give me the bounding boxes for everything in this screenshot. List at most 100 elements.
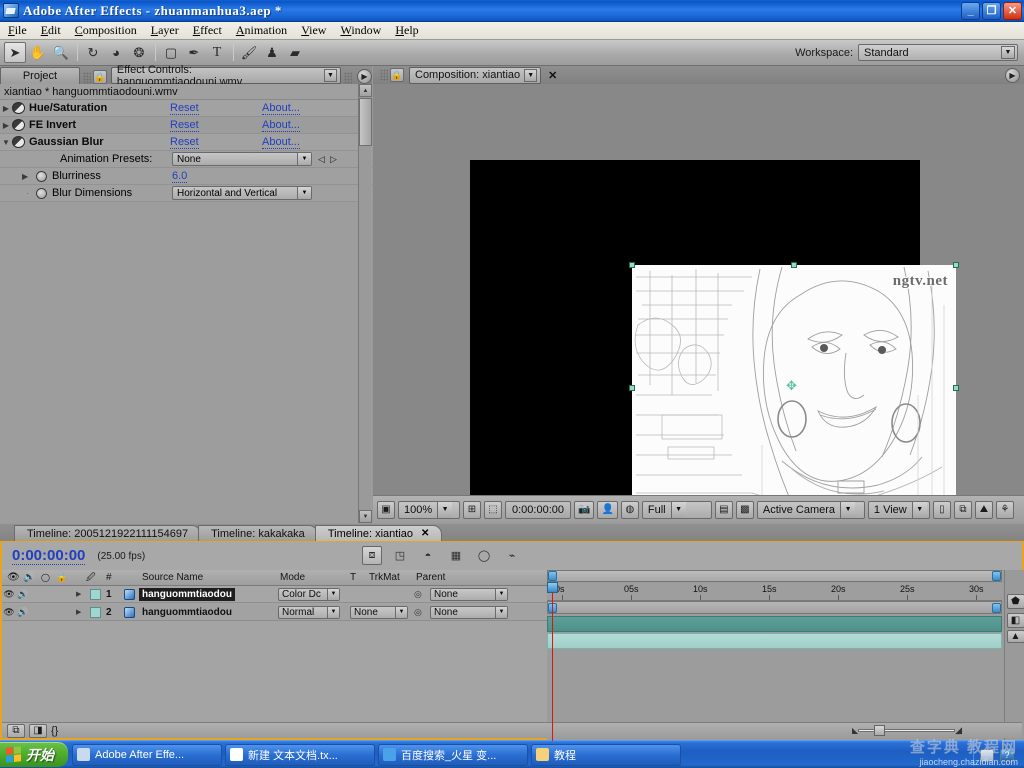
effect-about-link[interactable]: About... (262, 119, 300, 132)
effect-toggle-icon[interactable] (12, 119, 25, 131)
help-tray-icon[interactable]: ? (1000, 748, 1014, 762)
layer-parent-select[interactable]: None ▼ (430, 587, 508, 601)
taskbar-item[interactable]: 新建 文本文档.tx... (225, 743, 375, 766)
channel-rgb-icon[interactable]: ◍ (620, 500, 639, 519)
chevron-down-icon[interactable]: ▼ (324, 69, 338, 82)
close-button[interactable]: ✕ (1003, 2, 1022, 20)
layer-parent-select[interactable]: None ▼ (430, 605, 508, 619)
property-value[interactable]: 6.0 (172, 170, 188, 183)
effect-reset-link[interactable]: Reset (170, 102, 199, 115)
toggle-mask-icon[interactable]: ▩ (735, 500, 754, 519)
table-row[interactable]: 👁 🔊 ▶ 1 hanguommtiaodou Color Dc ▼ ◎ None ▼ (2, 586, 547, 603)
layer-audio-icon[interactable]: 🔊 (16, 589, 30, 600)
comp-mini-flowchart-icon[interactable]: ⧈ (362, 546, 382, 565)
scroll-down-button[interactable]: ▼ (359, 510, 372, 523)
table-row[interactable]: 👁 🔊 ▶ 2 hanguommtiaodou Normal ▼ None ▼ ◎ None ▼ (2, 604, 547, 621)
close-icon[interactable]: ✕ (421, 528, 429, 539)
effect-row[interactable]: ▶ Hue/Saturation Reset About... (0, 100, 372, 117)
menu-item-window[interactable]: Window (340, 23, 381, 38)
chevron-down-icon[interactable]: ▼ (524, 68, 538, 82)
property-row[interactable]: ▶ Blurriness 6.0 (0, 168, 372, 185)
start-button[interactable]: 开始 (0, 742, 68, 767)
layer-switch-icon[interactable]: ◧ (1006, 613, 1024, 628)
shape-tool[interactable]: ▢ (160, 42, 182, 63)
tab-project[interactable]: Project (0, 67, 80, 84)
preset-prev-icon[interactable]: ◁ (318, 154, 325, 165)
region-icon[interactable]: ▤ (714, 500, 733, 519)
pen-tool[interactable]: ✒ (183, 42, 205, 63)
restore-button[interactable]: ❐ (982, 2, 1001, 20)
resolution-select[interactable]: Full ▼ (641, 500, 712, 519)
chevron-right-icon[interactable]: ▶ (0, 104, 12, 113)
panel-menu-icon[interactable]: ▶ (357, 69, 372, 84)
layer-visibility-icon[interactable]: 👁 (2, 607, 16, 618)
zoom-in-icon[interactable]: ◢ (955, 725, 962, 736)
zoom-track[interactable] (858, 729, 956, 732)
toggle-switches-icon[interactable]: ⧉ (7, 723, 25, 738)
workspace-select[interactable]: Standard ▼ (858, 44, 1018, 61)
parent-pickwhip-icon[interactable]: ◎ (414, 589, 422, 600)
cti-handle[interactable] (547, 582, 558, 593)
layer-visibility-icon[interactable]: 👁 (2, 589, 16, 600)
frame-blend-icon[interactable]: ▦ (446, 546, 466, 565)
magnification-select[interactable]: 100% ▼ (398, 500, 460, 519)
menu-item-edit[interactable]: Edit (41, 23, 61, 38)
clone-stamp-tool[interactable]: ♟ (261, 42, 283, 63)
composition-canvas[interactable]: ngtv.net ✥ (470, 160, 959, 515)
selection-handle[interactable] (791, 262, 797, 268)
layer-label-color[interactable] (90, 588, 101, 600)
tab-composition[interactable]: Composition: xiantiao ▼ (409, 66, 542, 84)
layer-source-name[interactable]: hanguommtiaodou (139, 587, 235, 601)
selection-handle[interactable] (629, 262, 635, 268)
pixel-aspect-icon[interactable]: ▯ (932, 500, 951, 519)
layer-bar-2[interactable] (547, 633, 1002, 649)
preset-next-icon[interactable]: ▷ (330, 154, 337, 165)
chevron-down-icon[interactable]: ▼ (0, 138, 12, 147)
effect-controls-scrollbar[interactable]: ▲ ▼ (358, 84, 372, 523)
text-tool[interactable]: T (206, 42, 228, 63)
scroll-up-button[interactable]: ▲ (359, 84, 372, 97)
pan-behind-tool[interactable]: ❂ (128, 42, 150, 63)
effect-reset-link[interactable]: Reset (170, 119, 199, 132)
chevron-right-icon[interactable]: ▶ (76, 590, 81, 598)
effect-row[interactable]: ▶ FE Invert Reset About... (0, 117, 372, 134)
selection-tool[interactable]: ➤ (4, 42, 26, 63)
taskbar-item[interactable]: 教程 (531, 743, 681, 766)
minimize-button[interactable]: _ (961, 2, 980, 20)
menu-item-file[interactable]: File (8, 23, 27, 38)
composition-stage[interactable]: ngtv.net ✥ (373, 84, 1024, 515)
property-row[interactable]: · Blur Dimensions Horizontal and Vertical ▼ (0, 185, 372, 202)
timeline-zoom-navbar[interactable] (547, 570, 1002, 582)
chevron-right-icon[interactable]: ▶ (22, 172, 28, 181)
effect-about-link[interactable]: About... (262, 136, 300, 149)
rotation-tool[interactable]: ↻ (82, 42, 104, 63)
taskbar-item[interactable]: 百度搜索_火星 变... (378, 743, 528, 766)
menu-item-layer[interactable]: Layer (151, 23, 179, 38)
effect-row[interactable]: ▼ Gaussian Blur Reset About... (0, 134, 372, 151)
take-snapshot-icon[interactable]: 📷 (574, 500, 595, 519)
hand-tool[interactable]: ✋ (27, 42, 49, 63)
comp-flowchart-icon[interactable]: ⚘ (995, 500, 1014, 519)
menu-item-help[interactable]: Help (395, 23, 418, 38)
panel-menu-icon[interactable]: ▶ (1005, 67, 1020, 83)
show-snapshot-icon[interactable]: 👤 (597, 500, 618, 519)
menu-item-animation[interactable]: Animation (236, 23, 287, 38)
nav-end-handle[interactable] (992, 571, 1001, 581)
layer-source-name[interactable]: hanguommtiaodou (139, 606, 235, 619)
graph-editor-icon[interactable]: ⌁ (502, 546, 522, 565)
zoom-tool[interactable]: 🔍 (50, 42, 72, 63)
selection-handle[interactable] (953, 262, 959, 268)
chevron-right-icon[interactable]: ▶ (0, 121, 12, 130)
stopwatch-icon[interactable] (36, 171, 47, 182)
keyboard-layout-icon[interactable] (980, 748, 994, 762)
effect-reset-link[interactable]: Reset (170, 136, 199, 149)
effect-toggle-icon[interactable] (12, 102, 25, 114)
eraser-tool[interactable]: ▰ (284, 42, 306, 63)
layer-label-color[interactable] (90, 606, 101, 618)
comp-current-time[interactable]: 0:00:00:00 (505, 500, 571, 519)
timeline-work-area[interactable] (547, 601, 1002, 614)
parent-pickwhip-icon[interactable]: ◎ (414, 607, 422, 618)
menu-item-composition[interactable]: Composition (75, 23, 137, 38)
camera-view-select[interactable]: Active Camera ▼ (756, 500, 865, 519)
layer-trkmat-select[interactable]: None ▼ (350, 605, 408, 619)
